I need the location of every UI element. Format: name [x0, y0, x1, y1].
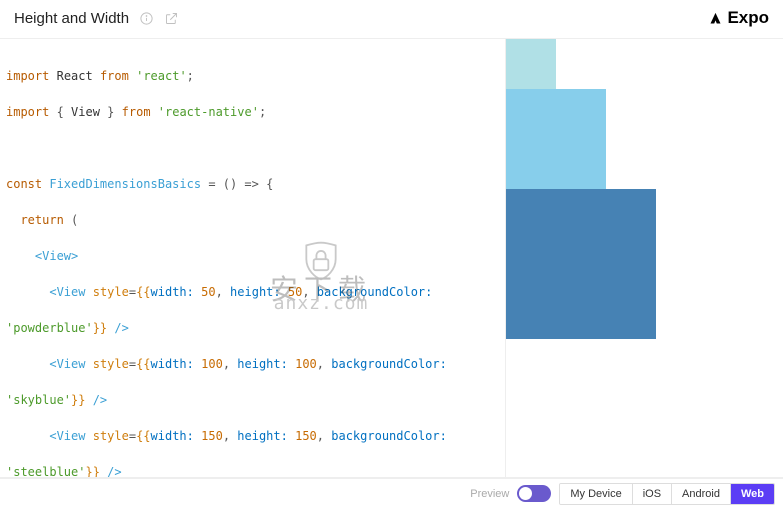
preview-content [506, 39, 783, 477]
info-icon[interactable] [139, 11, 154, 26]
preview-box-steelblue [506, 189, 656, 339]
preview-box-powderblue [506, 39, 556, 89]
tab-web[interactable]: Web [731, 484, 774, 504]
platform-tabs: My Device iOS Android Web [559, 483, 775, 505]
preview-label: Preview [470, 488, 509, 500]
expo-icon [708, 11, 723, 26]
open-external-icon[interactable] [164, 11, 179, 26]
tab-android[interactable]: Android [672, 484, 731, 504]
brand-text: Expo [727, 8, 769, 28]
page-title: Height and Width [14, 10, 129, 27]
brand-logo[interactable]: Expo [708, 8, 769, 28]
preview-pane [505, 39, 783, 477]
tab-ios[interactable]: iOS [633, 484, 672, 504]
preview-box-skyblue [506, 89, 606, 189]
footer-bar: Preview My Device iOS Android Web [0, 478, 783, 508]
tab-my-device[interactable]: My Device [560, 484, 632, 504]
preview-toggle[interactable] [517, 485, 551, 502]
header-bar: Height and Width Expo [0, 0, 783, 38]
toggle-knob [519, 487, 532, 500]
code-editor[interactable]: import React from 'react'; import { View… [0, 39, 505, 477]
